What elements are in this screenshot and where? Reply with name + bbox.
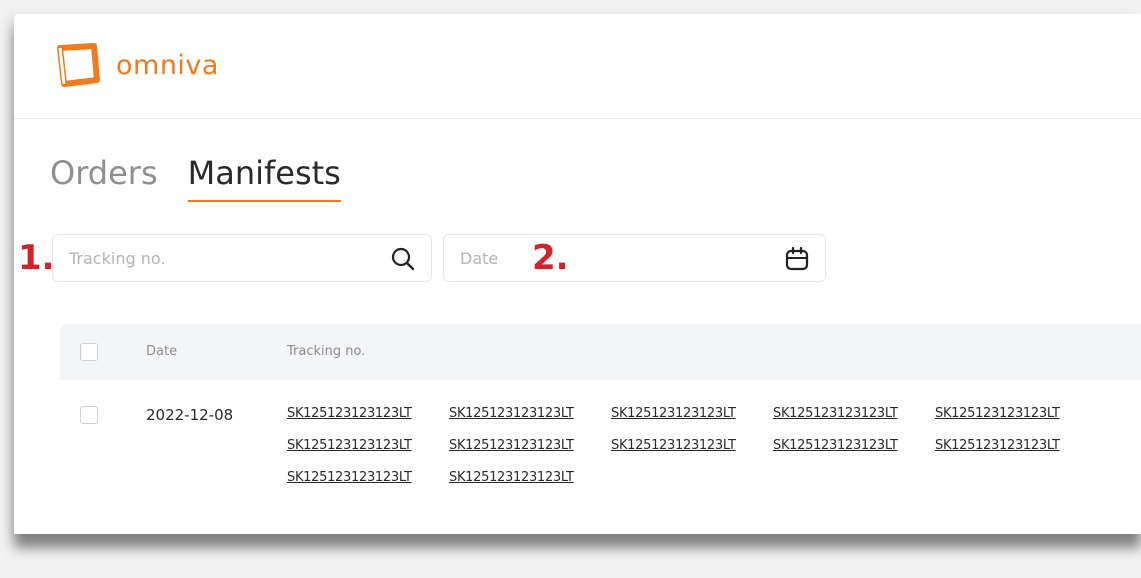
table-row: 2022-12-08 SK125123123123LT SK1251231231… — [60, 394, 1141, 504]
column-header-tracking[interactable]: Tracking no. — [287, 344, 365, 359]
tracking-link[interactable]: SK125123123123LT — [935, 438, 1097, 470]
tracking-search-field — [52, 234, 432, 282]
tracking-link[interactable]: SK125123123123LT — [287, 470, 449, 502]
top-bar: omniva — [14, 14, 1141, 119]
brand-name: omniva — [116, 49, 219, 81]
search-icon[interactable] — [389, 245, 417, 273]
app-window: omniva Orders Manifests 1. 2. Date Track… — [14, 14, 1141, 534]
tracking-link[interactable]: SK125123123123LT — [449, 470, 611, 502]
tracking-link[interactable]: SK125123123123LT — [935, 406, 1097, 438]
tracking-link[interactable]: SK125123123123LT — [611, 406, 773, 438]
row-checkbox[interactable] — [80, 406, 98, 424]
tab-manifests[interactable]: Manifests — [187, 154, 341, 202]
annotation-2: 2. — [532, 238, 569, 278]
tracking-link[interactable]: SK125123123123LT — [773, 438, 935, 470]
brand-logo[interactable]: omniva — [50, 40, 219, 90]
calendar-icon[interactable] — [783, 245, 811, 273]
tab-orders[interactable]: Orders — [50, 154, 158, 202]
tracking-link[interactable]: SK125123123123LT — [449, 438, 611, 470]
row-date: 2022-12-08 — [146, 406, 234, 424]
annotation-1: 1. — [18, 238, 55, 278]
tracking-link[interactable]: SK125123123123LT — [449, 406, 611, 438]
tab-bar: Orders Manifests — [50, 154, 371, 202]
tracking-links: SK125123123123LT SK125123123123LT SK1251… — [287, 406, 1141, 502]
tracking-link[interactable]: SK125123123123LT — [287, 406, 449, 438]
table-header: Date Tracking no. — [60, 324, 1141, 380]
omniva-logo-icon — [57, 43, 100, 87]
tracking-link[interactable]: SK125123123123LT — [773, 406, 935, 438]
tracking-link[interactable]: SK125123123123LT — [611, 438, 773, 470]
tracking-link[interactable]: SK125123123123LT — [287, 438, 449, 470]
date-filter-field — [443, 234, 826, 282]
date-filter-input[interactable] — [444, 247, 825, 269]
select-all-checkbox[interactable] — [80, 343, 98, 361]
column-header-date[interactable]: Date — [146, 344, 177, 359]
tracking-search-input[interactable] — [53, 247, 431, 269]
